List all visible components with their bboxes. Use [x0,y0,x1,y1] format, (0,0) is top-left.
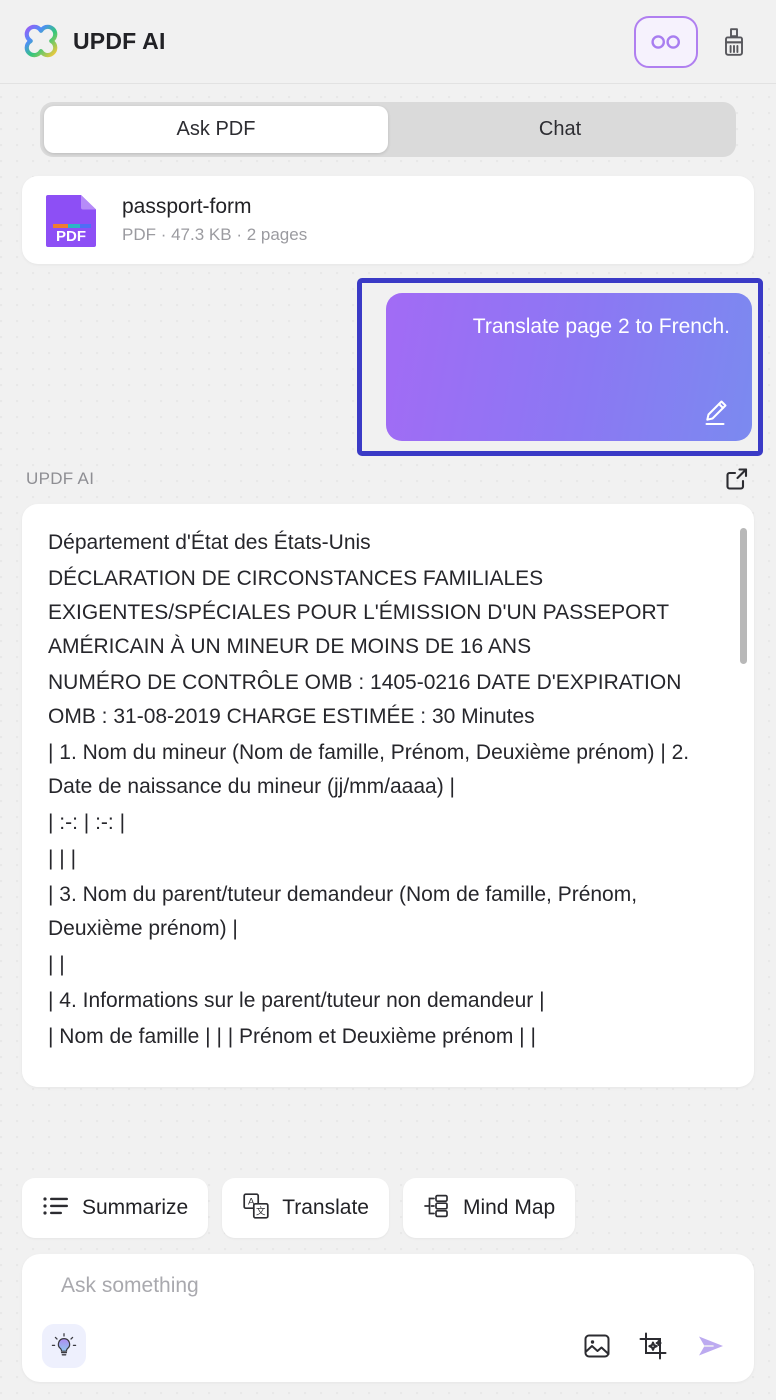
send-arrow-icon[interactable] [694,1329,728,1363]
answer-paragraph: DÉCLARATION DE CIRCONSTANCES FAMILIALES … [48,567,669,659]
idea-prompts-button[interactable] [42,1324,86,1368]
tab-chat[interactable]: Chat [388,106,732,153]
answer-paragraph: | | [48,953,65,977]
pencil-edit-icon[interactable] [700,397,730,427]
infinity-icon [651,34,681,49]
lightbulb-idea-icon [51,1333,77,1356]
image-attach-icon[interactable] [582,1331,612,1361]
file-meta: passport-form PDF · 47.3 KB · 2 pages [122,195,307,245]
summarize-label: Summarize [82,1196,189,1219]
tab-ask-pdf-label: Ask PDF [176,118,256,140]
brush-icon [725,27,743,56]
brand: UPDF AI [22,23,166,61]
answer-scrollbar-thumb[interactable] [740,528,747,664]
tabbar: Ask PDF Chat [40,102,736,157]
attached-file-card[interactable]: PDF passport-form PDF · 47.3 KB · 2 page… [22,176,754,264]
assistant-label-row: UPDF AI [22,466,754,492]
clear-chat-button[interactable] [714,20,754,64]
answer-paragraph: | Nom de famille | | | Prénom et Deuxièm… [48,1025,536,1049]
svg-text:文: 文 [256,1205,266,1217]
file-name: passport-form [122,195,252,218]
app-header: UPDF AI [0,0,776,84]
list-summary-icon [42,1194,70,1223]
answer-paragraph: | 1. Nom du mineur (Nom de famille, Prén… [48,741,690,799]
mind-map-button[interactable]: Mind Map [402,1178,576,1238]
message-selection-highlight: Translate page 2 to French. [357,278,763,456]
file-card-container: PDF passport-form PDF · 47.3 KB · 2 page… [0,157,776,264]
quick-actions-row: Summarize A 文 Translate Mind Map [0,1160,776,1238]
tabbar-container: Ask PDF Chat [0,84,776,157]
svg-text:PDF: PDF [56,228,86,245]
assistant-answer-text: Département d'État des États-Unis DÉCLAR… [48,526,728,1054]
summarize-button[interactable]: Summarize [22,1178,209,1238]
external-link-icon[interactable] [724,466,750,492]
user-message-row: Translate page 2 to French. [22,278,763,456]
pdf-file-icon: PDF [44,191,100,249]
svg-text:A: A [248,1196,255,1207]
answer-paragraph: | :-: | :-: | [48,811,126,835]
brand-name: UPDF AI [73,28,166,54]
composer-container [0,1238,776,1400]
assistant-label: UPDF AI [26,469,95,488]
answer-paragraph: | | | [48,847,77,871]
mind-map-label: Mind Map [462,1196,556,1219]
updf-ai-panel: UPDF AI Ask PDF Chat PDF passport-form P… [0,0,776,1400]
file-details: PDF · 47.3 KB · 2 pages [122,225,308,244]
composer-tools [582,1329,732,1363]
translate-icon: A 文 [242,1192,270,1225]
conversation-area: Translate page 2 to French. UPDF AI Dépa… [0,264,776,1160]
translate-label: Translate [282,1196,369,1219]
unlimited-credits-button[interactable] [634,15,698,68]
answer-paragraph: | 3. Nom du parent/tuteur demandeur (Nom… [48,883,638,941]
assistant-answer-card: Département d'État des États-Unis DÉCLAR… [22,504,754,1087]
user-message-text: Translate page 2 to French. [472,315,730,338]
ask-something-input[interactable] [42,1272,732,1298]
mind-map-icon [423,1193,451,1224]
translate-button[interactable]: A 文 Translate [222,1178,389,1238]
smart-snip-icon[interactable] [638,1331,668,1361]
user-message-bubble[interactable]: Translate page 2 to French. [386,293,752,441]
answer-paragraph: Département d'État des États-Unis [48,531,371,554]
composer [22,1254,754,1382]
answer-fade-overlay [22,1057,754,1087]
header-actions [634,15,754,68]
clover-logo-icon [22,23,60,61]
tab-chat-label: Chat [538,118,582,140]
answer-paragraph: NUMÉRO DE CONTRÔLE OMB : 1405-0216 DATE … [48,671,682,729]
tab-ask-pdf[interactable]: Ask PDF [44,106,388,153]
user-message-actions [408,383,730,427]
answer-paragraph: | 4. Informations sur le parent/tuteur n… [48,989,545,1013]
composer-toolbar [42,1324,732,1368]
